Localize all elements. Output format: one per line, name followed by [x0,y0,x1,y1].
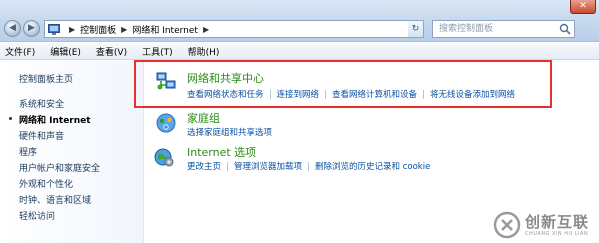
breadcrumb-control-panel[interactable]: 控制面板 [80,23,116,36]
menu-tools[interactable]: 工具(T) [142,45,173,58]
sidebar-item-control-panel-home[interactable]: 控制面板主页 [19,72,73,85]
search-placeholder: 搜索控制面板 [439,24,494,34]
link-homegroup-options[interactable]: 选择家庭组和共享选项 [187,126,272,138]
back-button[interactable]: ◀ [4,20,21,37]
sidebar-item-network-internet: 网络和 Internet [19,116,91,126]
sidebar-item-hardware-sound[interactable]: 硬件和声音 [19,129,64,142]
search-input[interactable]: 搜索控制面板 [432,20,575,38]
homegroup-icon[interactable] [156,113,176,133]
control-panel-icon [48,23,60,35]
breadcrumb-separator: ▶ [202,24,210,34]
current-item-bullet [9,117,12,120]
sidebar-item-appearance[interactable]: 外观和个性化 [19,177,73,190]
breadcrumb-separator: ▶ [121,24,128,34]
highlight-box [134,60,552,108]
sidebar-item-ease-of-access[interactable]: 轻松访问 [19,209,55,222]
watermark-text: 创新互联 CHUANG XIN HU LIAN [524,212,589,237]
link-delete-history-cookies[interactable]: 删除浏览的历史记录和 cookie [315,160,430,172]
menu-view[interactable]: 查看(V) [96,45,127,58]
address-bar[interactable]: ▶ 控制面板 ▶ 网络和 Internet ▶ [44,20,414,38]
watermark-brand-en: CHUANG XIN HU LIAN [524,230,589,237]
sidebar-item-system-security[interactable]: 系统和安全 [19,97,64,110]
brand-logo-icon [493,211,521,239]
watermark-logo: 创新互联 CHUANG XIN HU LIAN [493,211,589,239]
category-links-homegroup: 选择家庭组和共享选项 [187,126,272,138]
sidebar-item-user-accounts[interactable]: 用户帐户和家庭安全 [19,161,100,174]
menu-file[interactable]: 文件(F) [5,45,35,58]
forward-button[interactable]: ▶ [23,20,40,37]
search-icon[interactable] [559,23,571,35]
link-change-home-page[interactable]: 更改主页 [187,160,221,172]
breadcrumb-separator: ▶ [69,24,76,34]
link-manage-add-ons[interactable]: 管理浏览器加载项 [234,160,302,172]
menu-edit[interactable]: 编辑(E) [50,45,81,58]
internet-options-icon[interactable] [154,147,174,167]
window-close-button[interactable]: ✕ [570,0,596,14]
refresh-button[interactable]: ↻ [408,20,424,38]
category-links-internet-options: 更改主页 管理浏览器加载项 删除浏览的历史记录和 cookie [187,160,430,172]
link-divider [227,161,229,171]
breadcrumb-network-internet[interactable]: 网络和 Internet [132,23,198,36]
menu-help[interactable]: 帮助(H) [188,45,220,58]
link-divider [308,161,310,171]
category-title-homegroup[interactable]: 家庭组 [187,110,220,126]
watermark-brand-cn: 创新互联 [524,212,589,231]
menu-bar: 文件(F) 编辑(E) 查看(V) 工具(T) 帮助(H) [0,43,599,60]
address-toolbar: ✕ ◀ ▶ ▶ 控制面板 ▶ 网络和 Internet ▶ ↻ 搜索控制面板 [0,0,599,42]
sidebar: 控制面板主页 系统和安全 网络和 Internet 硬件和声音 程序 用户帐户和… [0,61,144,243]
sidebar-item-clock-language-region[interactable]: 时钟、语言和区域 [19,193,91,206]
category-title-internet-options[interactable]: Internet 选项 [187,144,256,160]
sidebar-item-programs[interactable]: 程序 [19,145,37,158]
